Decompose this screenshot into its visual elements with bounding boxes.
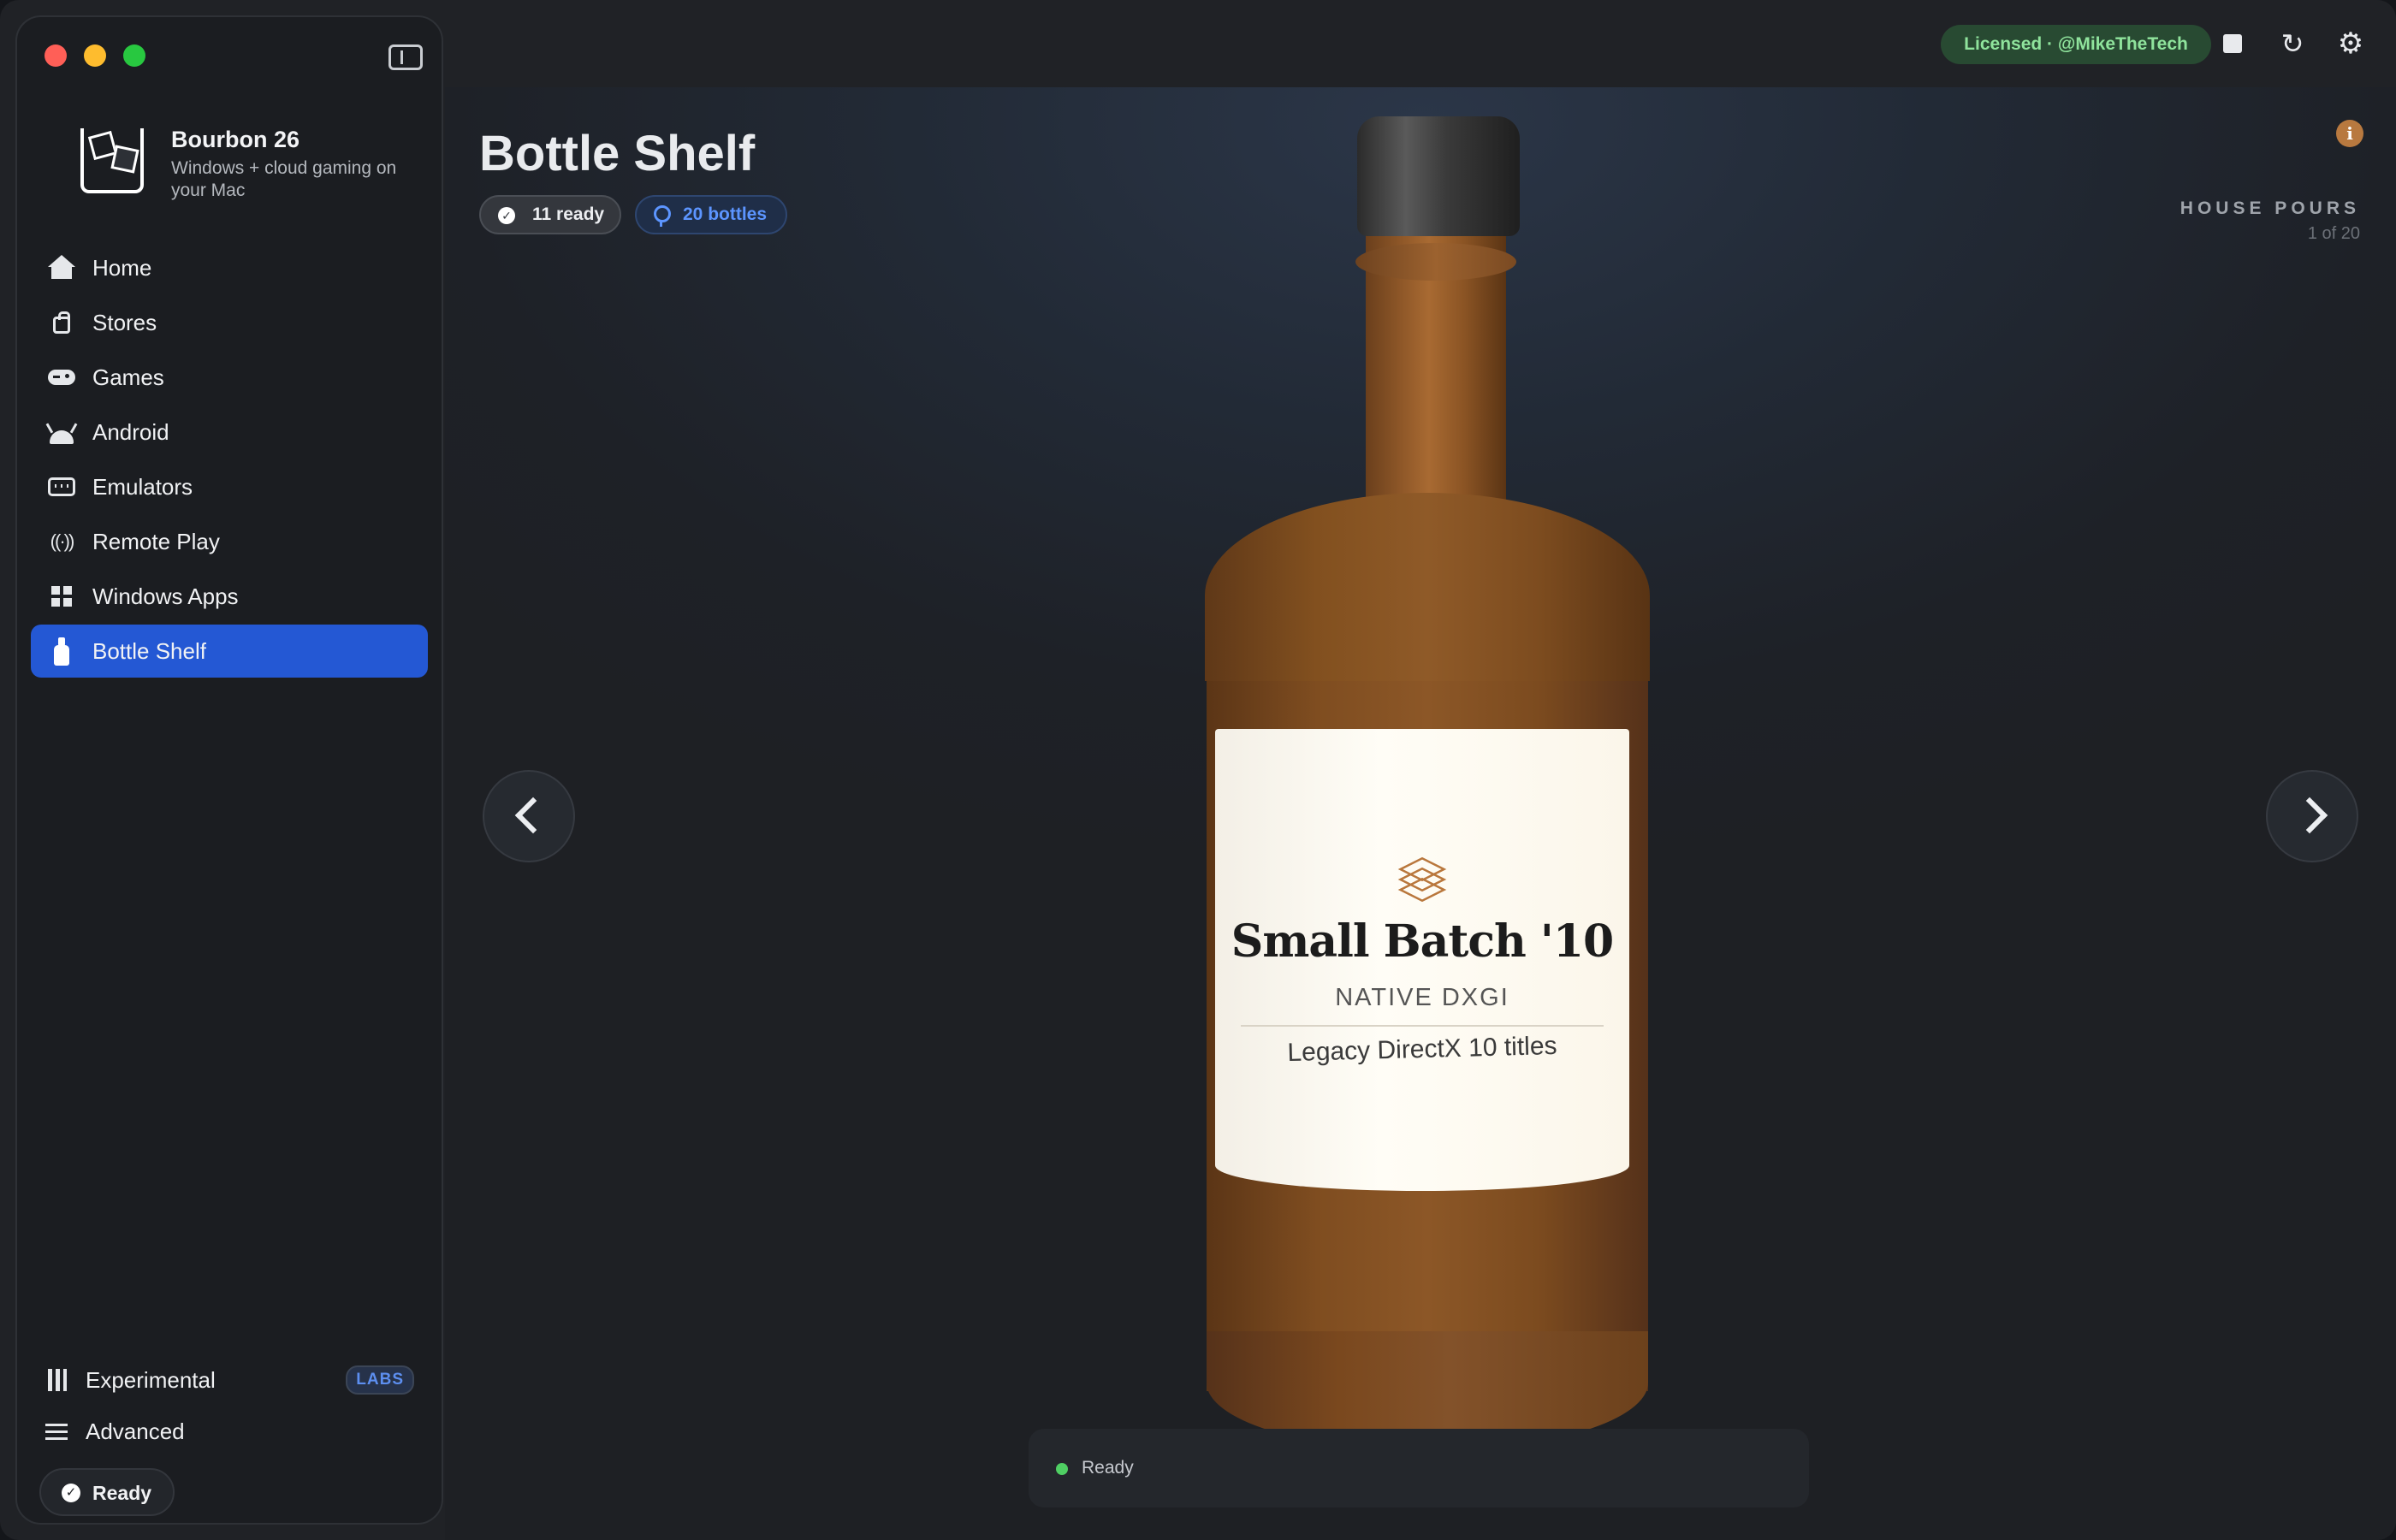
wine-glass-icon	[654, 205, 671, 227]
sidebar-item-advanced[interactable]: Advanced	[31, 1405, 428, 1456]
sidebar-item-label: Windows Apps	[92, 583, 239, 609]
status-label: Ready	[92, 1482, 152, 1504]
android-icon	[48, 419, 75, 445]
bottle-count-chip[interactable]: 20 bottles	[635, 195, 787, 234]
sidebar-item-label: Emulators	[92, 474, 193, 500]
ready-count-chip[interactable]: ✓ 11 ready	[479, 195, 621, 234]
gamepad-icon	[48, 364, 75, 390]
sidebar-item-games[interactable]: Games	[31, 351, 428, 404]
sidebar-item-emulators[interactable]: Emulators	[31, 460, 428, 513]
sidebar-item-windows-apps[interactable]: Windows Apps	[31, 570, 428, 623]
sidebar-item-label: Games	[92, 364, 164, 390]
bottle-icon	[48, 637, 75, 666]
sidebar-item-label: Remote Play	[92, 529, 220, 554]
test-tubes-icon	[43, 1367, 70, 1393]
stop-icon[interactable]	[2223, 34, 2242, 53]
status-dot-icon	[1056, 1463, 1068, 1475]
bottle-type: NATIVE DXGI	[1335, 984, 1509, 1011]
sidebar: Bourbon 26 Windows + cloud gaming on you…	[15, 15, 443, 1525]
ready-count-label: 11 ready	[532, 204, 605, 224]
sidebar-item-label: Android	[92, 419, 169, 445]
checkmark-icon: ✓	[498, 207, 515, 224]
app-logo-icon	[80, 128, 144, 193]
bottle-name: Small Batch '10	[1231, 915, 1614, 968]
sidebar-toggle-icon[interactable]	[388, 44, 423, 70]
keyboard-icon	[48, 474, 75, 500]
bottle-cap	[1357, 116, 1520, 236]
bottle-count-label: 20 bottles	[683, 204, 768, 224]
sidebar-item-label: Experimental	[86, 1367, 216, 1393]
checkmark-icon: ✓	[62, 1484, 80, 1502]
minimize-window-button[interactable]	[84, 44, 106, 67]
app-subtitle: Windows + cloud gaming on your Mac	[171, 158, 397, 200]
close-window-button[interactable]	[44, 44, 67, 67]
sidebar-item-remote-play[interactable]: ((·)) Remote Play	[31, 515, 428, 568]
brand: Bourbon 26 Windows + cloud gaming on you…	[63, 113, 423, 207]
sidebar-bottom: Experimental LABS Advanced	[31, 1353, 428, 1456]
previous-bottle-button[interactable]	[483, 770, 575, 862]
page-title: Bottle Shelf	[479, 126, 756, 181]
sidebar-item-home[interactable]: Home	[31, 241, 428, 294]
sidebar-item-experimental[interactable]: Experimental LABS	[31, 1353, 428, 1405]
collection-name: HOUSE POURS	[2180, 198, 2360, 218]
bottle-neck-ring	[1355, 243, 1516, 281]
bag-icon	[48, 310, 75, 335]
sidebar-item-label: Advanced	[86, 1419, 185, 1444]
app-window: Bourbon 26 Windows + cloud gaming on you…	[0, 0, 2396, 1540]
next-bottle-button[interactable]	[2266, 770, 2358, 862]
label-divider	[1241, 1025, 1604, 1027]
sidebar-item-label: Bottle Shelf	[92, 638, 206, 664]
sidebar-item-android[interactable]: Android	[31, 406, 428, 459]
grid-icon	[48, 583, 75, 609]
sliders-icon	[43, 1419, 70, 1444]
chevron-left-icon	[514, 797, 552, 834]
sidebar-item-stores[interactable]: Stores	[31, 296, 428, 349]
layers-icon	[1397, 854, 1447, 903]
status-text: Ready	[1082, 1458, 1134, 1478]
bottle-shoulder	[1205, 493, 1650, 681]
license-badge[interactable]: Licensed · @MikeTheTech	[1941, 25, 2211, 64]
sidebar-item-bottle-shelf[interactable]: Bottle Shelf	[31, 625, 428, 678]
main-content: Bottle Shelf ✓ 11 ready 20 bottles i HOU…	[445, 87, 2396, 1540]
chevron-right-icon	[2291, 797, 2328, 834]
labs-badge: LABS	[346, 1365, 414, 1395]
bottle-3d-view[interactable]: Small Batch '10 NATIVE DXGI Legacy Direc…	[1205, 116, 1650, 1460]
sidebar-nav: Home Stores Games Android Emulators ((·)…	[31, 241, 428, 679]
sidebar-item-label: Home	[92, 255, 152, 281]
app-title: Bourbon 26	[171, 127, 300, 152]
refresh-icon[interactable]: ↻	[2280, 30, 2305, 57]
info-icon[interactable]: i	[2336, 120, 2363, 147]
maximize-window-button[interactable]	[123, 44, 145, 67]
status-bar: Ready	[1029, 1429, 1809, 1507]
status-badge[interactable]: ✓ Ready	[39, 1468, 175, 1516]
sidebar-item-label: Stores	[92, 310, 157, 335]
bottle-label: Small Batch '10 NATIVE DXGI Legacy Direc…	[1215, 729, 1629, 1191]
broadcast-icon: ((·))	[50, 530, 75, 552]
gear-icon[interactable]: ⚙	[2336, 29, 2365, 58]
toolbar: Licensed · @MikeTheTech ↻ ⚙	[445, 0, 2396, 87]
collection-position: 1 of 20	[2307, 224, 2360, 243]
bottle-description: Legacy DirectX 10 titles	[1287, 1031, 1557, 1068]
home-icon	[48, 255, 75, 281]
